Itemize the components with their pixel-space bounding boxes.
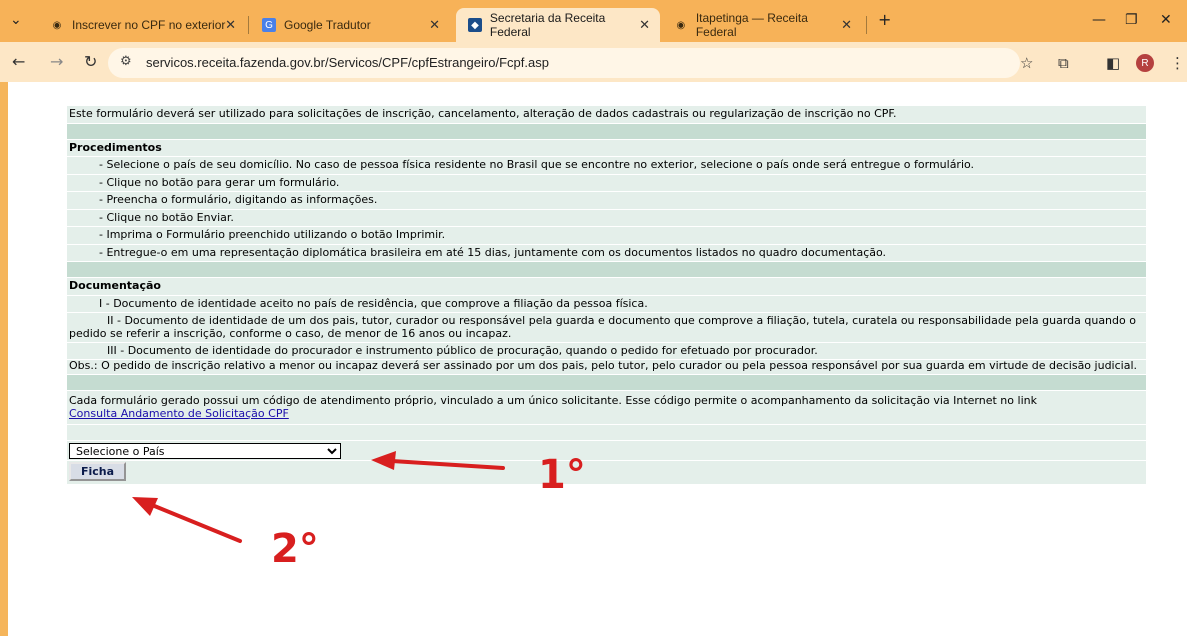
documentacao-heading: Documentação — [67, 278, 1146, 296]
step1-label: 1° — [538, 452, 586, 498]
row-separator — [67, 375, 1146, 391]
bookmark-star-icon[interactable]: ☆ — [1020, 54, 1033, 72]
new-tab-button[interactable]: + — [878, 10, 891, 29]
step2-label: 2° — [271, 526, 319, 572]
translate-icon: G — [262, 18, 276, 32]
url-text[interactable]: servicos.receita.fazenda.gov.br/Servicos… — [146, 55, 549, 70]
row-separator — [67, 262, 1146, 278]
procedimento-item: - Clique no botão para gerar um formulár… — [67, 174, 1146, 192]
tab-google-tradutor[interactable]: G Google Tradutor ✕ — [250, 8, 450, 42]
country-select-row: Selecione o País — [67, 441, 1146, 461]
intro-text: Este formulário deverá ser utilizado par… — [67, 106, 1146, 124]
menu-kebab-icon[interactable]: ⋮ — [1170, 54, 1185, 72]
doc-item-iii: III - Documento de identidade do procura… — [67, 343, 1146, 360]
doc-item-i: I - Documento de identidade aceito no pa… — [67, 295, 1146, 313]
procedimento-item: - Entregue-o em uma representação diplom… — [67, 244, 1146, 262]
site-info-icon[interactable]: ⚙ — [120, 54, 132, 69]
tab-receita-federal[interactable]: ◆ Secretaria da Receita Federal ✕ — [456, 8, 660, 42]
obs-text: Obs.: O pedido de inscrição relativo a m… — [67, 359, 1146, 375]
restore-icon[interactable]: ❐ — [1125, 12, 1138, 28]
tab-title: Google Tradutor — [284, 18, 371, 32]
cpf-form-table: Este formulário deverá ser utilizado par… — [67, 106, 1146, 485]
forward-icon[interactable]: → — [50, 52, 63, 71]
ficha-button[interactable]: Ficha — [69, 462, 127, 481]
close-icon[interactable]: ✕ — [639, 17, 650, 33]
codigo-row: Cada formulário gerado possui um código … — [67, 391, 1146, 425]
tab-inscrever-cpf[interactable]: ◉ Inscrever no CPF no exterior ✕ — [38, 8, 246, 42]
tab-separator — [248, 16, 249, 34]
close-icon[interactable]: ✕ — [225, 17, 236, 33]
page-content: Este formulário deverá ser utilizado par… — [8, 82, 1187, 636]
tab-separator — [866, 16, 867, 34]
globe-icon: ◉ — [52, 19, 62, 31]
reload-icon[interactable]: ↻ — [84, 52, 97, 71]
ficha-button-row: Ficha — [67, 461, 1146, 485]
country-select[interactable]: Selecione o País — [69, 443, 341, 459]
side-panel-icon[interactable]: ◧ — [1106, 54, 1120, 72]
consulta-andamento-link[interactable]: Consulta Andamento de Solicitação CPF — [69, 407, 289, 420]
profile-avatar[interactable]: R — [1136, 54, 1154, 72]
tab-title: Itapetinga — Receita Federal — [695, 11, 808, 39]
procedimento-item: - Selecione o país de seu domicílio. No … — [67, 157, 1146, 175]
receita-favicon-icon: ◆ — [468, 18, 482, 32]
tab-title: Inscrever no CPF no exterior — [72, 18, 226, 32]
close-icon[interactable]: ✕ — [841, 17, 852, 33]
close-icon[interactable]: ✕ — [429, 17, 440, 33]
close-window-icon[interactable]: ✕ — [1160, 12, 1172, 28]
back-icon[interactable]: ← — [12, 52, 25, 71]
extensions-icon[interactable]: ⧉ — [1058, 54, 1069, 72]
row-separator — [67, 123, 1146, 140]
tab-title: Secretaria da Receita Federal — [489, 11, 606, 39]
minimize-icon[interactable]: — — [1092, 12, 1106, 28]
tab-itapetinga[interactable]: ◉ Itapetinga — Receita Federal ✕ — [662, 8, 862, 42]
procedimento-item: - Clique no botão Enviar. — [67, 209, 1146, 227]
codigo-text: Cada formulário gerado possui um código … — [69, 394, 1037, 407]
procedimentos-heading: Procedimentos — [67, 139, 1146, 157]
procedimento-item: - Imprima o Formulário preenchido utiliz… — [67, 227, 1146, 245]
procedimento-item: - Preencha o formulário, digitando as in… — [67, 192, 1146, 210]
row-spacer — [67, 425, 1146, 441]
globe-icon: ◉ — [676, 19, 686, 31]
doc-item-ii: II - Documento de identidade de um dos p… — [67, 313, 1146, 343]
tab-search-icon[interactable]: ⌄ — [10, 12, 22, 28]
